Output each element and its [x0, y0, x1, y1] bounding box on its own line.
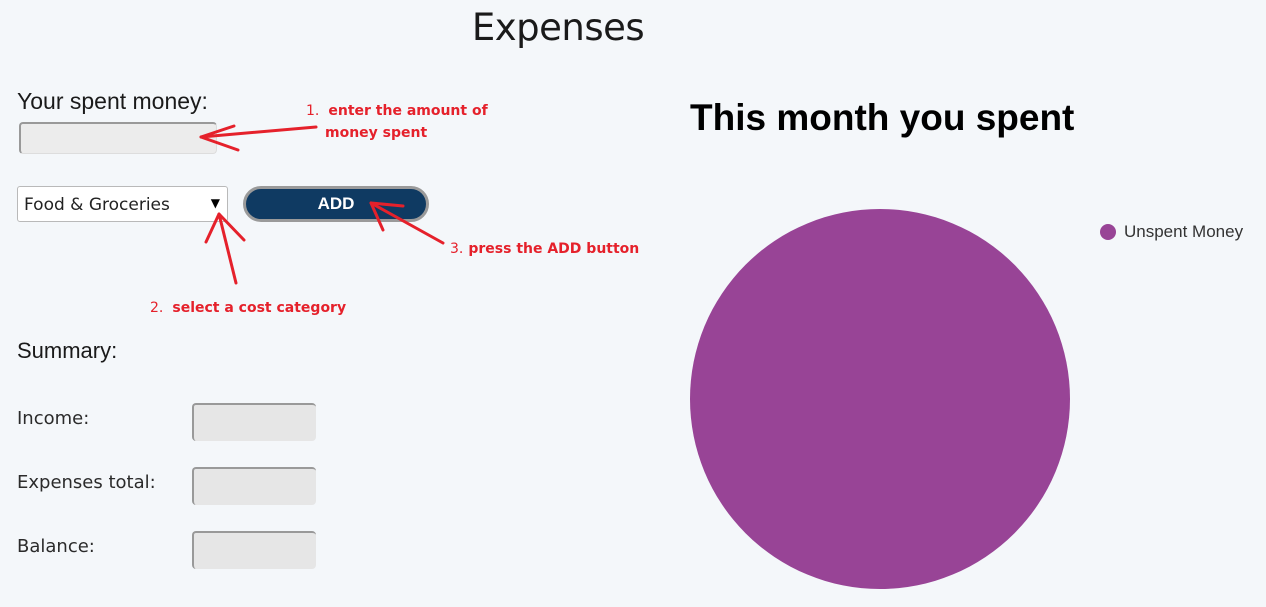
pie-chart — [690, 209, 1070, 589]
arrow-3-line — [369, 201, 445, 245]
arrow-1-head-icon — [199, 124, 240, 152]
annotation-arrows — [199, 124, 445, 285]
overlay-canvas — [199, 124, 1070, 589]
pie-slice-unspent-money[interactable] — [690, 209, 1070, 589]
